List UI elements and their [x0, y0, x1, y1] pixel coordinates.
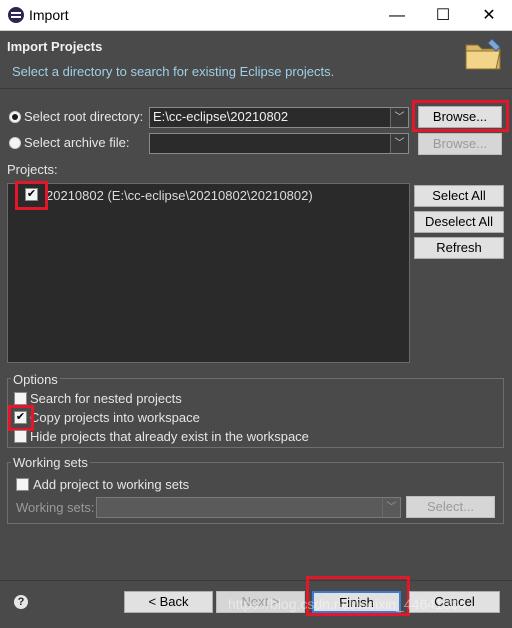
- copy-projects-label: Copy projects into workspace: [30, 410, 200, 425]
- add-working-sets-label: Add project to working sets: [33, 477, 190, 492]
- wizard-header: Import Projects Select a directory to se…: [0, 31, 512, 89]
- eclipse-app-icon: [8, 7, 24, 23]
- nested-projects-label: Search for nested projects: [30, 391, 182, 406]
- close-button[interactable]: ✕: [466, 0, 512, 31]
- hide-existing-label: Hide projects that already exist in the …: [30, 429, 309, 444]
- hide-existing-checkbox[interactable]: [14, 430, 27, 443]
- working-sets-label: Working sets:: [16, 500, 95, 515]
- page-description: Select a directory to search for existin…: [12, 64, 335, 79]
- working-sets-legend: Working sets: [11, 455, 90, 470]
- root-directory-label: Select root directory:: [24, 109, 144, 124]
- deselect-all-button[interactable]: Deselect All: [414, 211, 504, 233]
- select-all-button[interactable]: Select All: [414, 185, 504, 207]
- chevron-down-icon[interactable]: ﹀: [390, 134, 408, 153]
- refresh-button[interactable]: Refresh: [414, 237, 504, 259]
- projects-list[interactable]: ✔ 20210802 (E:\cc-eclipse\20210802\20210…: [7, 183, 410, 363]
- back-button[interactable]: < Back: [124, 591, 213, 613]
- archive-file-radio[interactable]: [9, 137, 21, 149]
- minimize-button[interactable]: —: [374, 0, 420, 31]
- list-item[interactable]: ✔ 20210802 (E:\cc-eclipse\20210802\20210…: [8, 184, 409, 206]
- highlight-browse: [412, 100, 509, 132]
- projects-label: Projects:: [7, 162, 58, 177]
- archive-file-combo[interactable]: ﹀: [149, 133, 409, 154]
- chevron-down-icon[interactable]: ﹀: [382, 498, 400, 517]
- window-title: Import: [29, 7, 69, 23]
- chevron-down-icon[interactable]: ﹀: [390, 108, 408, 127]
- page-title: Import Projects: [7, 39, 103, 54]
- root-directory-combo[interactable]: E:\cc-eclipse\20210802 ﹀: [149, 107, 409, 128]
- project-label: 20210802 (E:\cc-eclipse\20210802\2021080…: [46, 188, 313, 203]
- nested-projects-checkbox[interactable]: [14, 392, 27, 405]
- browse-archive-button[interactable]: Browse...: [418, 133, 502, 155]
- root-directory-radio[interactable]: [9, 111, 21, 123]
- highlight-project-checkbox: [15, 181, 48, 210]
- maximize-button[interactable]: ☐: [420, 0, 466, 31]
- working-sets-select-button[interactable]: Select...: [406, 496, 495, 518]
- watermark-text: https://blog.csdn.net/weixin_44641804: [228, 596, 467, 612]
- add-working-sets-checkbox[interactable]: [16, 478, 29, 491]
- title-bar: Import — ☐ ✕: [0, 0, 512, 31]
- footer-separator: [0, 580, 512, 581]
- archive-file-label: Select archive file:: [24, 135, 130, 150]
- folder-import-icon: [464, 37, 504, 73]
- options-legend: Options: [11, 372, 60, 387]
- help-icon[interactable]: ?: [14, 595, 28, 609]
- working-sets-combo[interactable]: ﹀: [96, 497, 401, 518]
- highlight-copy-checkbox: [8, 405, 34, 431]
- root-directory-value: E:\cc-eclipse\20210802: [153, 109, 289, 124]
